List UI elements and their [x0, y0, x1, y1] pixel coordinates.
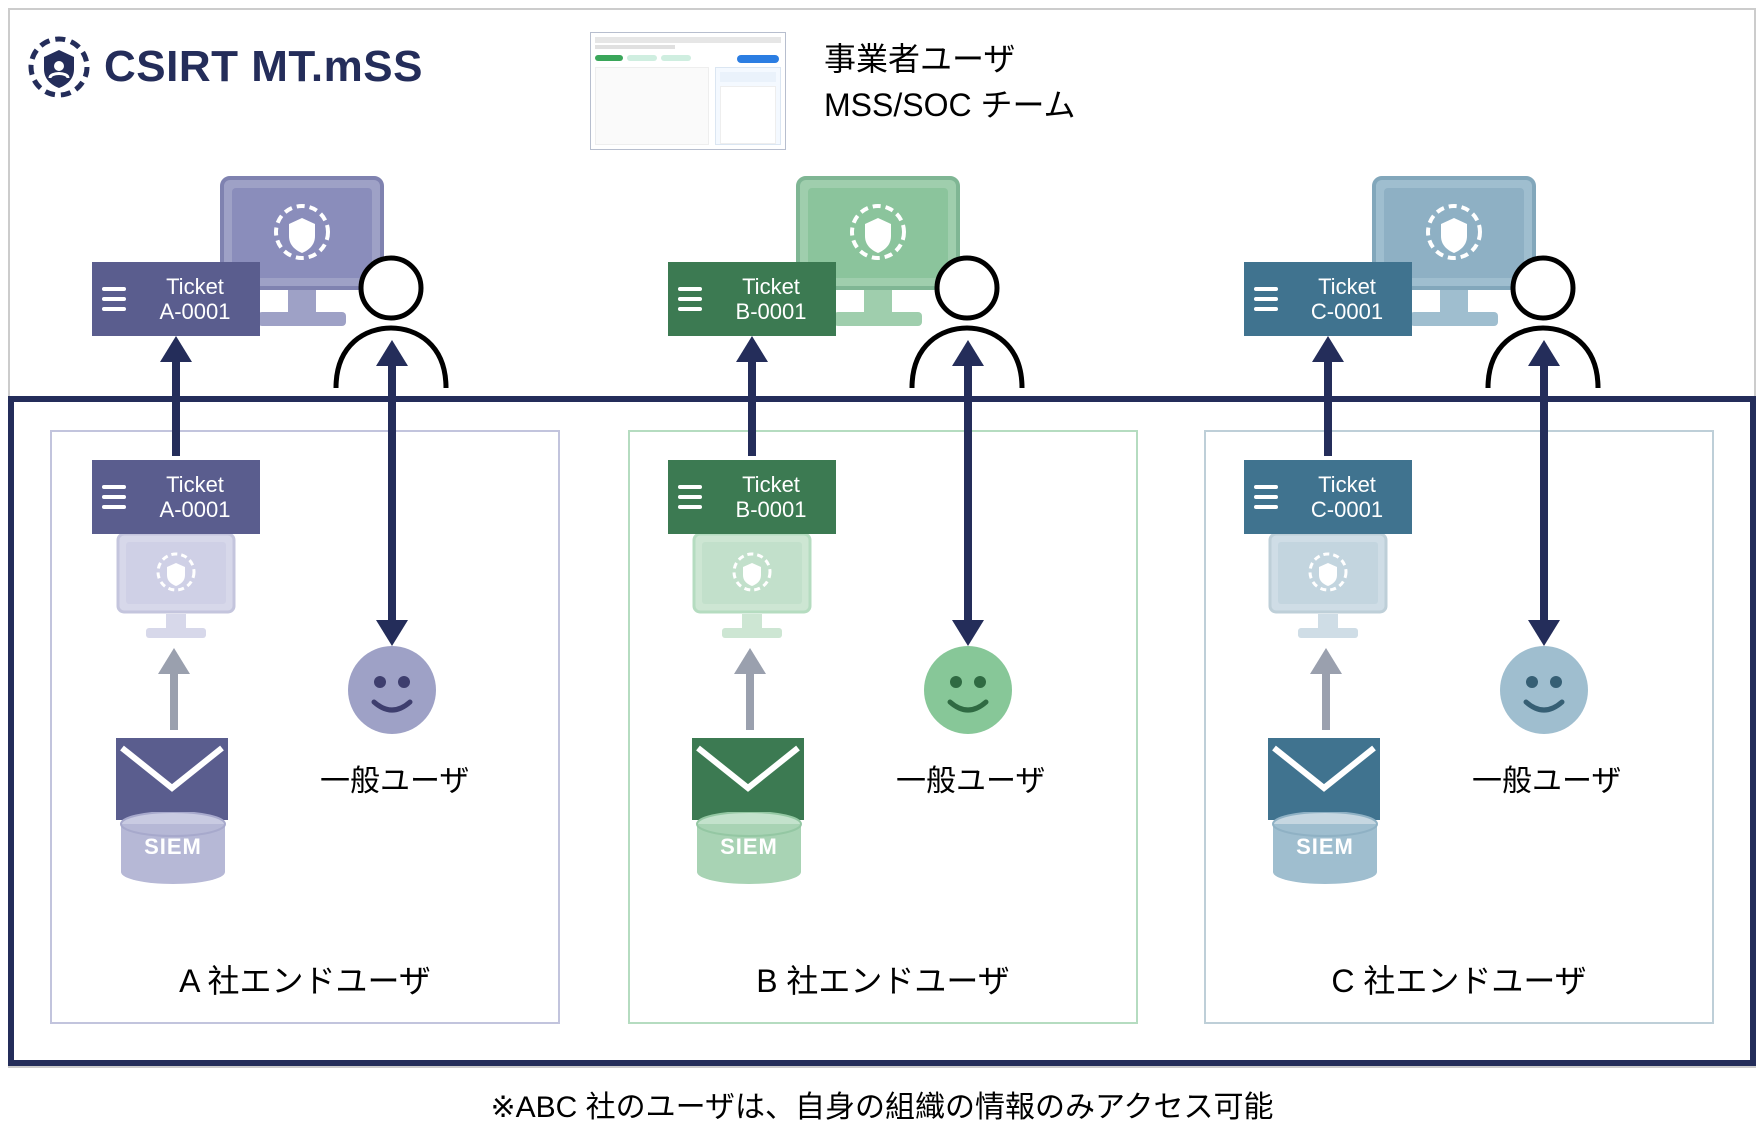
siem-label: SIEM	[118, 834, 228, 860]
header-caption-line2: MSS/SOC チーム	[824, 82, 1076, 128]
arrow-bi-b	[964, 364, 972, 622]
product-logo: CSIRT MT.mSS	[28, 36, 423, 98]
ticket-text: TicketC-0001	[1288, 472, 1412, 523]
ticket-badge-a-top: TicketA-0001	[92, 262, 260, 336]
general-user-label-b: 一般ユーザ	[896, 756, 1045, 800]
envelope-icon-a	[114, 736, 230, 822]
ticket-text: TicketC-0001	[1288, 274, 1412, 325]
ticket-text: TicketA-0001	[136, 472, 260, 523]
enduser-computer-c	[1258, 528, 1398, 648]
siem-label: SIEM	[1270, 834, 1380, 860]
arrow-up-ticket-c	[1324, 360, 1332, 456]
arrow-up-env-b	[746, 672, 754, 730]
general-user-label-a: 一般ユーザ	[320, 756, 469, 800]
ticket-badge-c-bottom: TicketC-0001	[1244, 460, 1412, 534]
siem-cylinder-b: SIEM	[694, 812, 804, 884]
arrow-up-env-a	[170, 672, 178, 730]
envelope-icon-b	[690, 736, 806, 822]
ticket-text: TicketB-0001	[712, 472, 836, 523]
ticket-text: TicketA-0001	[136, 274, 260, 325]
shield-logo-icon	[28, 36, 90, 98]
product-name: CSIRT MT.mSS	[104, 42, 423, 92]
siem-cylinder-a: SIEM	[118, 812, 228, 884]
ticket-badge-a-bottom: TicketA-0001	[92, 460, 260, 534]
ticket-lines-icon	[668, 460, 712, 534]
footnote: ※ABC 社のユーザは、自身の組織の情報のみアクセス可能	[0, 1082, 1764, 1126]
company-label-c: C 社エンドユーザ	[1206, 956, 1712, 1002]
ticket-lines-icon	[1244, 262, 1288, 336]
ticket-badge-b-top: TicketB-0001	[668, 262, 836, 336]
arrow-up-ticket-a	[172, 360, 180, 456]
general-user-label-c: 一般ユーザ	[1472, 756, 1621, 800]
ticket-lines-icon	[92, 262, 136, 336]
smiley-icon-c	[1500, 646, 1588, 734]
smiley-icon-b	[924, 646, 1012, 734]
arrow-up-ticket-b	[748, 360, 756, 456]
dashboard-screenshot-icon	[590, 32, 786, 150]
arrow-bi-c	[1540, 364, 1548, 622]
ticket-lines-icon	[92, 460, 136, 534]
company-label-b: B 社エンドユーザ	[630, 956, 1136, 1002]
ticket-lines-icon	[1244, 460, 1288, 534]
diagram-canvas: CSIRT MT.mSS 事業者ユーザ MSS/SOC チーム TicketA-…	[0, 0, 1764, 1144]
enduser-computer-b	[682, 528, 822, 648]
ticket-lines-icon	[668, 262, 712, 336]
ticket-text: TicketB-0001	[712, 274, 836, 325]
siem-label: SIEM	[694, 834, 804, 860]
ticket-badge-c-top: TicketC-0001	[1244, 262, 1412, 336]
company-label-a: A 社エンドユーザ	[52, 956, 558, 1002]
enduser-computer-a	[106, 528, 246, 648]
arrow-up-env-c	[1322, 672, 1330, 730]
siem-cylinder-c: SIEM	[1270, 812, 1380, 884]
arrow-bi-a	[388, 364, 396, 622]
envelope-icon-c	[1266, 736, 1382, 822]
header-caption-line1: 事業者ユーザ	[824, 36, 1076, 82]
ticket-badge-b-bottom: TicketB-0001	[668, 460, 836, 534]
header-caption: 事業者ユーザ MSS/SOC チーム	[824, 36, 1076, 129]
smiley-icon-a	[348, 646, 436, 734]
